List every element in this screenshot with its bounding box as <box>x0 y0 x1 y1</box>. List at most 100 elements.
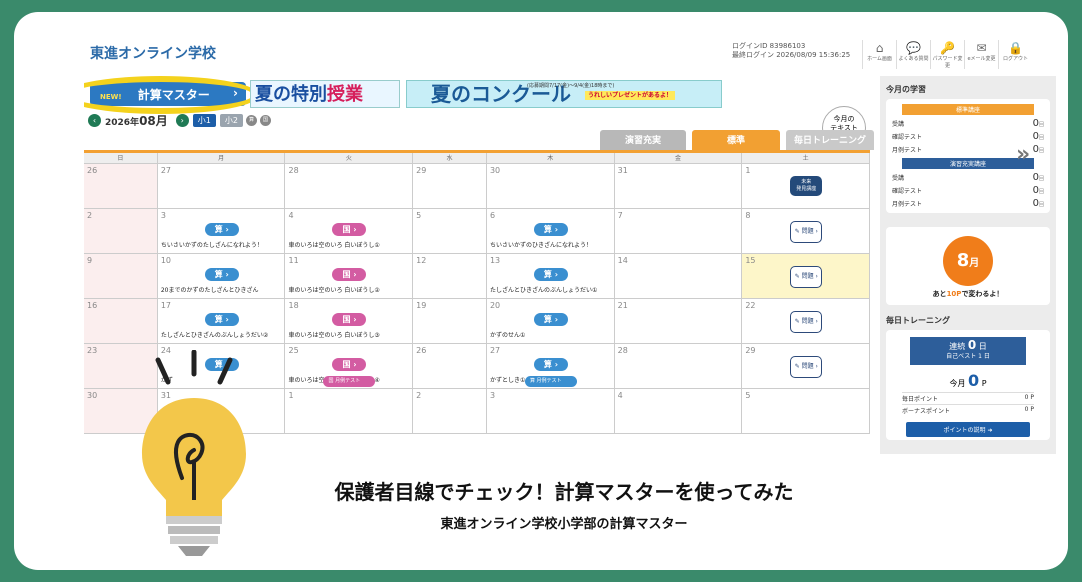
standard-course-header: 標準講座 <box>902 104 1034 115</box>
stat-unit: 回 <box>1038 135 1044 141</box>
math-lesson-button[interactable]: 算 › <box>533 268 568 281</box>
mail-icon: ✉ <box>976 41 987 55</box>
japanese-lesson-button[interactable]: 国 › <box>332 358 367 371</box>
top-icon-3[interactable]: ✉ eメール変更 <box>964 40 998 69</box>
top-icon-2[interactable]: 🔑 パスワード変更 <box>930 40 964 69</box>
top-icon-label: ログアウト <box>1002 56 1028 62</box>
calendar-day[interactable]: 12 <box>413 254 487 298</box>
calendar-day[interactable]: 7 <box>615 209 743 253</box>
math-lesson-button[interactable]: 算 › <box>204 268 239 281</box>
grade-1-tab[interactable]: 小1 <box>192 113 216 127</box>
grade-2-tab[interactable]: 小2 <box>219 113 243 127</box>
points-explain-button[interactable]: ポイントの説明 ➜ <box>906 422 1030 437</box>
lesson-title: 車のいろは空のいろ 白いぼうし① <box>288 242 380 249</box>
calendar-day[interactable]: 4 <box>615 389 743 433</box>
pt1-val: 0 P <box>1024 394 1034 401</box>
stat-unit: 回 <box>1038 202 1044 208</box>
discovery-course-button[interactable]: 未来 発見講座 <box>790 176 823 196</box>
calendar-day[interactable]: 22 ✎ 問題 › <box>742 299 870 343</box>
streak-unit: 日 <box>978 342 987 351</box>
stat-value: 0回 <box>1033 144 1044 155</box>
calendar-day[interactable]: 18 国 › 車のいろは空のいろ 白いぼうし③ <box>285 299 414 343</box>
japanese-lesson-button[interactable]: 国 › <box>332 268 367 281</box>
calendar-day[interactable]: 15 ✎ 問題 › <box>742 254 870 298</box>
concours-banner[interactable]: 夏のコンクール (応募期間7/17(金)〜9/4(金)18時まで) うれしいプレ… <box>406 80 722 108</box>
calendar-day[interactable]: 14 <box>615 254 743 298</box>
top-bar: 東進オンライン学校 ログインID 83986103 最終ログイン 2026/08… <box>84 34 1056 74</box>
day-number: 6 <box>489 211 496 220</box>
calendar-day[interactable]: 26 <box>84 164 158 208</box>
article-card: 東進オンライン学校 ログインID 83986103 最終ログイン 2026/08… <box>14 12 1068 570</box>
math-test-button[interactable]: 算 月例テスト <box>524 376 577 387</box>
summer-class-banner[interactable]: 夏の特別授業 <box>250 80 400 108</box>
calendar-day[interactable]: 6 算 › ちいさいかずのひきざんになれよう！ <box>487 209 615 253</box>
math-lesson-button[interactable]: 算 › <box>533 313 568 326</box>
calendar-day[interactable]: 2 <box>413 389 487 433</box>
calendar-day[interactable]: 10 算 › 20までのかずのたしざんとひきざん <box>158 254 286 298</box>
math-lesson-button[interactable]: 算 › <box>533 223 568 236</box>
calendar-day[interactable]: 1 <box>285 389 414 433</box>
calendar-day[interactable]: 31 <box>615 164 743 208</box>
month-circle: 8月 <box>943 236 993 286</box>
calendar-day[interactable]: 30 <box>487 164 615 208</box>
problem-button[interactable]: ✎ 問題 › <box>790 356 823 378</box>
top-icon-label: パスワード変更 <box>932 56 963 69</box>
calendar-day[interactable]: 3 算 › ちいさいかずのたしざんになれよう！ <box>158 209 286 253</box>
calendar-day[interactable]: 16 <box>84 299 158 343</box>
calendar-day[interactable]: 5 <box>413 209 487 253</box>
calendar-day[interactable]: 8 ✎ 問題 › <box>742 209 870 253</box>
prev-month-button[interactable]: ‹ <box>88 113 101 127</box>
points-table: 毎日ポイント 0 P ボーナスポイント 0 P <box>902 392 1034 416</box>
math-lesson-button[interactable]: 算 › <box>204 223 239 236</box>
calendar-day[interactable]: 27 <box>158 164 286 208</box>
problem-button[interactable]: ✎ 問題 › <box>790 266 823 288</box>
calendar-day[interactable]: 21 <box>615 299 743 343</box>
calendar-day[interactable]: 3 <box>487 389 615 433</box>
calendar-day[interactable]: 19 <box>413 299 487 343</box>
calendar-day[interactable]: 29 <box>413 164 487 208</box>
calendar-day[interactable]: 29 ✎ 問題 › <box>742 344 870 388</box>
calendar-day[interactable]: 1 未来 発見講座 <box>742 164 870 208</box>
top-icon-4[interactable]: 🔒 ログアウト <box>998 40 1032 69</box>
calendar-day[interactable]: 13 算 › たしざんとひきざんのぶんしょうだい① <box>487 254 615 298</box>
site-logo[interactable]: 東進オンライン学校 <box>90 43 216 63</box>
calendar-day[interactable]: 17 算 › たしざんとひきざんのぶんしょうだい② <box>158 299 286 343</box>
math-lesson-button[interactable]: 算 › <box>204 313 239 326</box>
expand-sidebar-icon[interactable]: » <box>1016 142 1030 167</box>
calendar-day[interactable]: 27 算 › かずとしき① 算 月例テスト <box>487 344 615 388</box>
calendar-day[interactable]: 28 <box>285 164 414 208</box>
month-badge-box: 8月 あと10Pで変わるよ！ <box>886 227 1050 305</box>
lesson-title: ちいさいかずのたしざんになれよう！ <box>160 242 263 249</box>
japanese-lesson-button[interactable]: 国 › <box>332 313 367 326</box>
problem-button[interactable]: ✎ 問題 › <box>790 311 823 333</box>
top-icon-1[interactable]: 💬 よくある質問 <box>896 40 930 69</box>
next-month-button[interactable]: › <box>175 113 189 127</box>
calendar-day[interactable]: 5 <box>742 389 870 433</box>
tab-standard[interactable]: 標準 <box>692 130 780 150</box>
course-tabs: 演習充実 標準 毎日トレーニング <box>594 130 874 150</box>
calendar-day[interactable]: 25国 ›車のいろは空のいろ 白いぼうし④国 月例テスト <box>285 344 414 388</box>
tab-daily-training[interactable]: 毎日トレーニング <box>786 130 874 150</box>
day-number: 3 <box>489 391 496 400</box>
stat-value: 0回 <box>1033 118 1044 129</box>
math-lesson-button[interactable]: 算 › <box>533 358 568 371</box>
calendar-day[interactable]: 2 <box>84 209 158 253</box>
top-icon-0[interactable]: ⌂ ホーム画面 <box>862 40 896 69</box>
calendar-day[interactable]: 4 国 › 車のいろは空のいろ 白いぼうし① <box>285 209 414 253</box>
tab-enhanced[interactable]: 演習充実 <box>600 130 686 150</box>
calendar-day[interactable]: 26 <box>413 344 487 388</box>
stat-unit: 回 <box>1038 176 1044 182</box>
pt2-val: 0 P <box>1024 406 1034 413</box>
japanese-test-button[interactable]: 国 月例テスト <box>323 376 376 387</box>
day-number: 30 <box>489 166 501 175</box>
stat-unit: 回 <box>1038 122 1044 128</box>
calendar-day[interactable]: 20 算 › かずのせん① <box>487 299 615 343</box>
calendar-day[interactable]: 11 国 › 車のいろは空のいろ 白いぼうし② <box>285 254 414 298</box>
calendar-day[interactable]: 28 <box>615 344 743 388</box>
day-number: 12 <box>416 256 427 265</box>
day-header: 日 <box>84 153 158 163</box>
problem-button[interactable]: ✎ 問題 › <box>790 221 823 243</box>
calendar-day[interactable]: 9 <box>84 254 158 298</box>
day-header: 金 <box>615 153 743 163</box>
japanese-lesson-button[interactable]: 国 › <box>332 223 367 236</box>
